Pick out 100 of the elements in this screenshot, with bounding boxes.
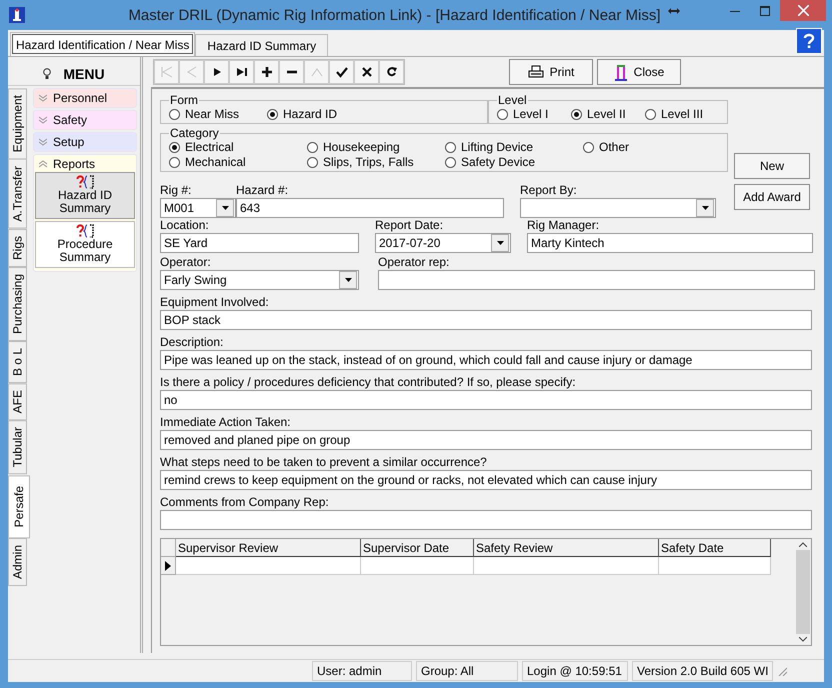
vertical-tab[interactable]: Rigs — [8, 228, 27, 267]
dropdown-field[interactable] — [520, 198, 716, 218]
question-label: Description: — [160, 335, 224, 350]
action-button[interactable]: Add Award — [734, 184, 810, 210]
radio-option[interactable]: Hazard ID — [267, 107, 365, 121]
question-label: Immediate Action Taken: — [160, 415, 292, 430]
report-icon — [76, 175, 94, 189]
radio-option[interactable]: Slips, Trips, Falls — [307, 155, 445, 169]
report-item[interactable]: Hazard ID Summary — [35, 172, 135, 219]
help-button[interactable] — [796, 28, 822, 54]
status-text: Login @ 10:59:51 — [522, 661, 628, 681]
section-header[interactable]: Personnel — [35, 90, 135, 106]
column-header[interactable]: Safety Review — [474, 539, 659, 557]
vertical-tab[interactable]: Purchasing — [8, 266, 27, 342]
text-field[interactable]: BOP stack — [160, 310, 812, 330]
close-button[interactable] — [780, 0, 826, 21]
dropdown-field[interactable]: M001 — [160, 198, 236, 218]
grid-cell[interactable] — [176, 557, 361, 575]
text-field[interactable]: no — [160, 390, 812, 410]
vertical-tab[interactable]: B o L — [8, 341, 27, 384]
vertical-tab[interactable]: AFE — [8, 383, 27, 420]
field-label: Report By: — [520, 183, 578, 198]
vertical-tab[interactable]: A.Transfer — [8, 159, 27, 229]
vertical-tab[interactable]: Equipment — [8, 88, 27, 160]
radio-option[interactable]: Level I — [497, 107, 571, 121]
close-icon — [798, 5, 808, 16]
section-header[interactable]: Reports — [35, 156, 135, 172]
next-button[interactable] — [204, 60, 229, 84]
grid-cell[interactable] — [361, 557, 474, 575]
text-field[interactable]: 643 — [236, 198, 504, 218]
grid-cell[interactable] — [474, 557, 659, 575]
group-label: Level — [497, 93, 528, 107]
add-button[interactable] — [254, 60, 279, 84]
document-tab[interactable]: Hazard ID Summary — [195, 34, 328, 56]
close-form-button[interactable]: Close — [597, 59, 681, 85]
field-label: Operator rep: — [378, 255, 450, 270]
text-field[interactable]: Pipe was leaned up on the stack, instead of on ground, which could fall and cause injury or damage — [160, 350, 812, 370]
section-header[interactable]: Setup — [35, 134, 135, 150]
field-label: Report Date: — [375, 218, 444, 233]
vertical-tab[interactable]: Admin — [8, 538, 27, 586]
chevron-down-icon — [39, 116, 47, 124]
help-icon — [802, 33, 816, 49]
grid-cell[interactable] — [659, 557, 771, 575]
text-field[interactable]: remind crews to keep equipment on the ground or racks, not elevated which can cause injury — [160, 470, 812, 490]
dropdown-field[interactable]: Farly Swing — [160, 270, 359, 290]
cancel-button[interactable] — [354, 60, 379, 84]
dropdown-arrow-icon — [222, 206, 228, 210]
radio-option[interactable]: Near Miss — [169, 107, 267, 121]
text-field[interactable]: SE Yard — [160, 233, 359, 253]
column-header[interactable]: Supervisor Review — [176, 539, 361, 557]
report-item[interactable]: Procedure Summary — [35, 221, 135, 268]
maximize-icon — [760, 6, 770, 16]
plus-icon — [260, 66, 272, 78]
resize-arrows-icon[interactable] — [668, 7, 680, 15]
action-button[interactable]: New — [734, 153, 810, 179]
exit-door-icon — [614, 63, 628, 81]
text-field[interactable]: Marty Kintech — [527, 233, 813, 253]
text-field[interactable] — [378, 270, 815, 290]
previous-icon — [186, 66, 198, 78]
status-text: Group: All — [416, 661, 518, 681]
column-header[interactable]: Supervisor Date — [361, 539, 474, 557]
vertical-tab[interactable]: Persafe — [8, 474, 30, 538]
radio-option[interactable]: Safety Device — [445, 155, 583, 169]
vertical-tab[interactable]: Tubular — [8, 420, 27, 475]
report-icon — [76, 224, 94, 238]
field-label: Rig Manager: — [527, 218, 600, 233]
resize-grip-icon — [777, 666, 788, 676]
last-button[interactable] — [229, 60, 254, 84]
radio-option[interactable]: Electrical — [169, 140, 307, 154]
radio-option[interactable]: Level II — [571, 107, 645, 121]
field-label: Hazard #: — [236, 183, 290, 198]
lightbulb-icon — [43, 68, 52, 80]
dropdown-arrow-icon — [702, 206, 708, 210]
radio-option[interactable]: Mechanical — [169, 155, 307, 169]
question-label: What steps need to be taken to prevent a similar occurrence? — [160, 455, 488, 470]
text-field[interactable] — [160, 510, 812, 530]
section-header[interactable]: Safety — [35, 112, 135, 128]
print-button[interactable]: Print — [509, 59, 593, 85]
scroll-down-icon — [799, 637, 807, 642]
question-label: Comments from Company Rep: — [160, 495, 330, 510]
last-record-icon — [236, 66, 248, 78]
radio-option[interactable]: Housekeeping — [307, 140, 445, 154]
document-tab[interactable]: Hazard Identification / Near Miss — [10, 32, 196, 56]
dropdown-field[interactable]: 2017-07-20 — [375, 233, 511, 253]
x-icon — [360, 66, 372, 78]
scroll-up-icon — [799, 542, 807, 547]
refresh-button[interactable] — [379, 60, 404, 84]
radio-option[interactable]: Level III — [645, 107, 719, 121]
radio-option[interactable]: Lifting Device — [445, 140, 583, 154]
radio-option[interactable]: Other — [583, 140, 683, 154]
refresh-icon — [386, 66, 398, 78]
chevron-down-icon — [39, 94, 47, 102]
field-label: Rig #: — [160, 183, 192, 198]
menu-title: MENU — [63, 66, 105, 82]
question-label: Equipment Involved: — [160, 295, 270, 310]
column-header[interactable]: Safety Date — [659, 539, 771, 557]
printer-icon — [528, 65, 544, 79]
text-field[interactable]: removed and planed pipe on group — [160, 430, 812, 450]
save-button[interactable] — [329, 60, 354, 84]
delete-button[interactable] — [279, 60, 304, 84]
